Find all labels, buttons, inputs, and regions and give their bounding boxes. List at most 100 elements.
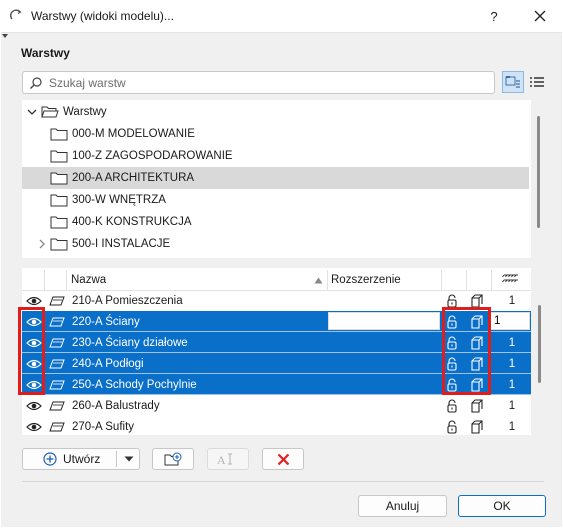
- window-title: Warstwy (widoki modelu)...: [31, 9, 174, 23]
- footer-divider: [22, 481, 544, 482]
- close-icon: [534, 10, 546, 22]
- solid-layer-icon[interactable]: [469, 311, 485, 332]
- table-row[interactable]: 240-A Podłogi 1: [22, 353, 531, 374]
- layer-type-icon: [48, 290, 66, 311]
- column-separator: [441, 270, 442, 290]
- app-icon: [9, 9, 22, 20]
- layer-type-icon: [48, 374, 66, 395]
- solid-layer-icon[interactable]: [469, 395, 485, 416]
- intersection-group-value: 1: [508, 378, 516, 391]
- column-separator: [44, 270, 45, 290]
- layer-name: 240-A Podłogi: [72, 357, 144, 370]
- create-button-label: Utwórz: [63, 452, 101, 466]
- lock-icon[interactable]: [444, 311, 460, 332]
- new-folder-button[interactable]: [152, 448, 194, 470]
- folder-icon: [50, 150, 68, 163]
- lock-icon[interactable]: [444, 290, 460, 311]
- ok-button[interactable]: OK: [458, 495, 546, 517]
- split-separator: [116, 451, 117, 467]
- intersection-group-icon[interactable]: [502, 272, 520, 284]
- table-row[interactable]: 230-A Ściany działowe 1: [22, 332, 531, 353]
- layer-type-icon: [48, 416, 66, 437]
- folder-icon: [50, 172, 68, 185]
- intersection-group-value: 1: [508, 399, 516, 412]
- chevron-down-icon[interactable]: [27, 107, 37, 117]
- tree-scrollbar[interactable]: [537, 116, 540, 228]
- folder-icon: [50, 194, 68, 207]
- tree-item[interactable]: 000-M MODELOWANIE: [50, 123, 350, 145]
- panel-menu-arrow-icon[interactable]: [2, 34, 8, 38]
- solid-layer-icon[interactable]: [469, 332, 485, 353]
- eye-icon[interactable]: [25, 395, 43, 416]
- layer-name: 210-A Pomieszczenia: [72, 294, 183, 307]
- column-header-name[interactable]: Nazwa: [71, 270, 106, 290]
- chevron-right-icon[interactable]: [37, 239, 47, 249]
- solid-layer-icon[interactable]: [469, 416, 485, 437]
- tree-item-label: 100-Z ZAGOSPODAROWANIE: [72, 150, 233, 162]
- tree-item-selected[interactable]: 200-A ARCHITEKTURA: [22, 167, 529, 189]
- eye-icon[interactable]: [25, 290, 43, 311]
- table-scrollbar[interactable]: [538, 305, 541, 383]
- tree-view-button[interactable]: [502, 71, 524, 93]
- column-separator: [66, 270, 67, 290]
- lock-icon[interactable]: [444, 374, 460, 395]
- list-view-button[interactable]: [526, 71, 548, 93]
- cancel-button[interactable]: Anuluj: [358, 495, 447, 517]
- tree-item[interactable]: 100-Z ZAGOSPODAROWANIE: [50, 145, 350, 167]
- tree-item-label: 400-K KONSTRUKCJA: [72, 216, 192, 228]
- sort-ascending-icon: [314, 277, 323, 284]
- layer-name: 220-A Ściany: [72, 315, 140, 328]
- extension-input[interactable]: [328, 312, 440, 330]
- tree-item-label: 000-M MODELOWANIE: [72, 128, 195, 140]
- intersection-input[interactable]: 1: [490, 312, 530, 330]
- eye-icon[interactable]: [25, 353, 43, 374]
- solid-layer-icon[interactable]: [469, 290, 485, 311]
- lock-icon[interactable]: [444, 395, 460, 416]
- eye-icon[interactable]: [25, 311, 43, 332]
- table-row[interactable]: 260-A Balustrady 1: [22, 395, 531, 416]
- intersection-group-value: 1: [508, 420, 516, 433]
- folder-icon: [50, 128, 68, 141]
- search-input[interactable]: [47, 74, 487, 91]
- tree-root-warstwy[interactable]: Warstwy: [41, 101, 341, 123]
- create-button[interactable]: Utwórz: [22, 448, 140, 470]
- column-header-extension[interactable]: Rozszerzenie: [331, 270, 401, 290]
- table-row[interactable]: 220-A Ściany 1: [22, 311, 531, 332]
- intersection-group-value: 1: [508, 294, 516, 307]
- close-button[interactable]: [520, 0, 560, 32]
- lock-icon[interactable]: [444, 353, 460, 374]
- title-bar: Warstwy (widoki modelu)... ?: [0, 0, 563, 32]
- tree-item[interactable]: 400-K KONSTRUKCJA: [50, 211, 350, 233]
- table-row[interactable]: 270-A Sufity 1: [22, 416, 531, 437]
- eye-icon[interactable]: [25, 416, 43, 437]
- layer-name: 270-A Sufity: [72, 420, 135, 433]
- lock-icon[interactable]: [444, 332, 460, 353]
- tree-view-icon: [505, 76, 520, 88]
- table-row[interactable]: 250-A Schody Pochylnie 1: [22, 374, 531, 395]
- column-separator: [466, 270, 467, 290]
- eye-icon[interactable]: [25, 374, 43, 395]
- lock-icon[interactable]: [444, 416, 460, 437]
- delete-icon: [277, 453, 289, 465]
- tree-item[interactable]: 500-I INSTALACJE: [50, 233, 350, 255]
- rename-icon: A: [217, 453, 232, 466]
- layer-type-icon: [48, 395, 66, 416]
- intersection-group-value: 1: [508, 336, 516, 349]
- solid-layer-icon[interactable]: [469, 353, 485, 374]
- tree-root-label: Warstwy: [63, 106, 107, 118]
- svg-text:A: A: [217, 453, 226, 466]
- search-field[interactable]: [22, 71, 495, 94]
- eye-icon[interactable]: [25, 332, 43, 353]
- solid-layer-icon[interactable]: [469, 374, 485, 395]
- tree-item[interactable]: 300-W WNĘTRZA: [50, 189, 350, 211]
- search-icon: [30, 77, 42, 89]
- help-button[interactable]: ?: [476, 0, 512, 32]
- layer-name: 250-A Schody Pochylnie: [72, 378, 197, 391]
- rename-button[interactable]: A: [207, 448, 249, 470]
- folder-icon: [50, 238, 68, 251]
- intersection-group-value: 1: [508, 357, 516, 370]
- open-folder-icon: [41, 106, 59, 118]
- dropdown-arrow-icon[interactable]: [124, 456, 134, 462]
- delete-button[interactable]: [262, 448, 304, 470]
- table-row[interactable]: 210-A Pomieszczenia 1: [22, 290, 531, 311]
